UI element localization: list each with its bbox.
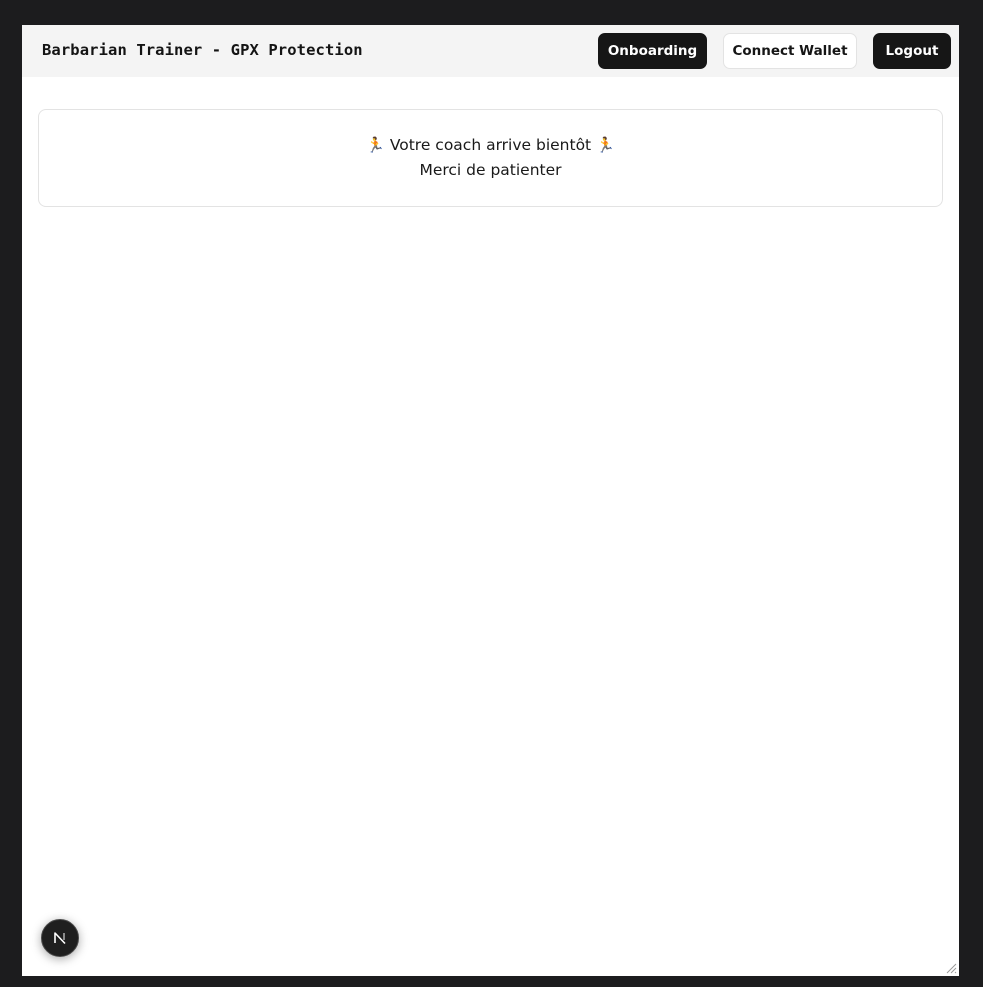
onboarding-button[interactable]: Onboarding	[598, 33, 707, 69]
logout-button[interactable]: Logout	[873, 33, 951, 69]
notice-title: Votre coach arrive bientôt	[389, 136, 592, 154]
browser-viewport: Barbarian Trainer - GPX Protection Onboa…	[22, 25, 959, 976]
nextjs-dev-indicator-button[interactable]	[41, 919, 79, 957]
connect-wallet-button[interactable]: Connect Wallet	[723, 33, 857, 69]
runner-icon: 🏃	[366, 136, 385, 154]
runner-icon: 🏃	[596, 136, 615, 154]
notice-title-line: 🏃 Votre coach arrive bientôt 🏃	[39, 136, 942, 154]
nextjs-icon	[54, 932, 66, 945]
resize-grip-icon[interactable]	[945, 962, 957, 974]
top-navbar: Barbarian Trainer - GPX Protection Onboa…	[22, 25, 959, 77]
app-title: Barbarian Trainer - GPX Protection	[42, 41, 363, 59]
coach-notice-card: 🏃 Votre coach arrive bientôt 🏃 Merci de …	[38, 109, 943, 207]
notice-subtitle: Merci de patienter	[419, 161, 562, 179]
